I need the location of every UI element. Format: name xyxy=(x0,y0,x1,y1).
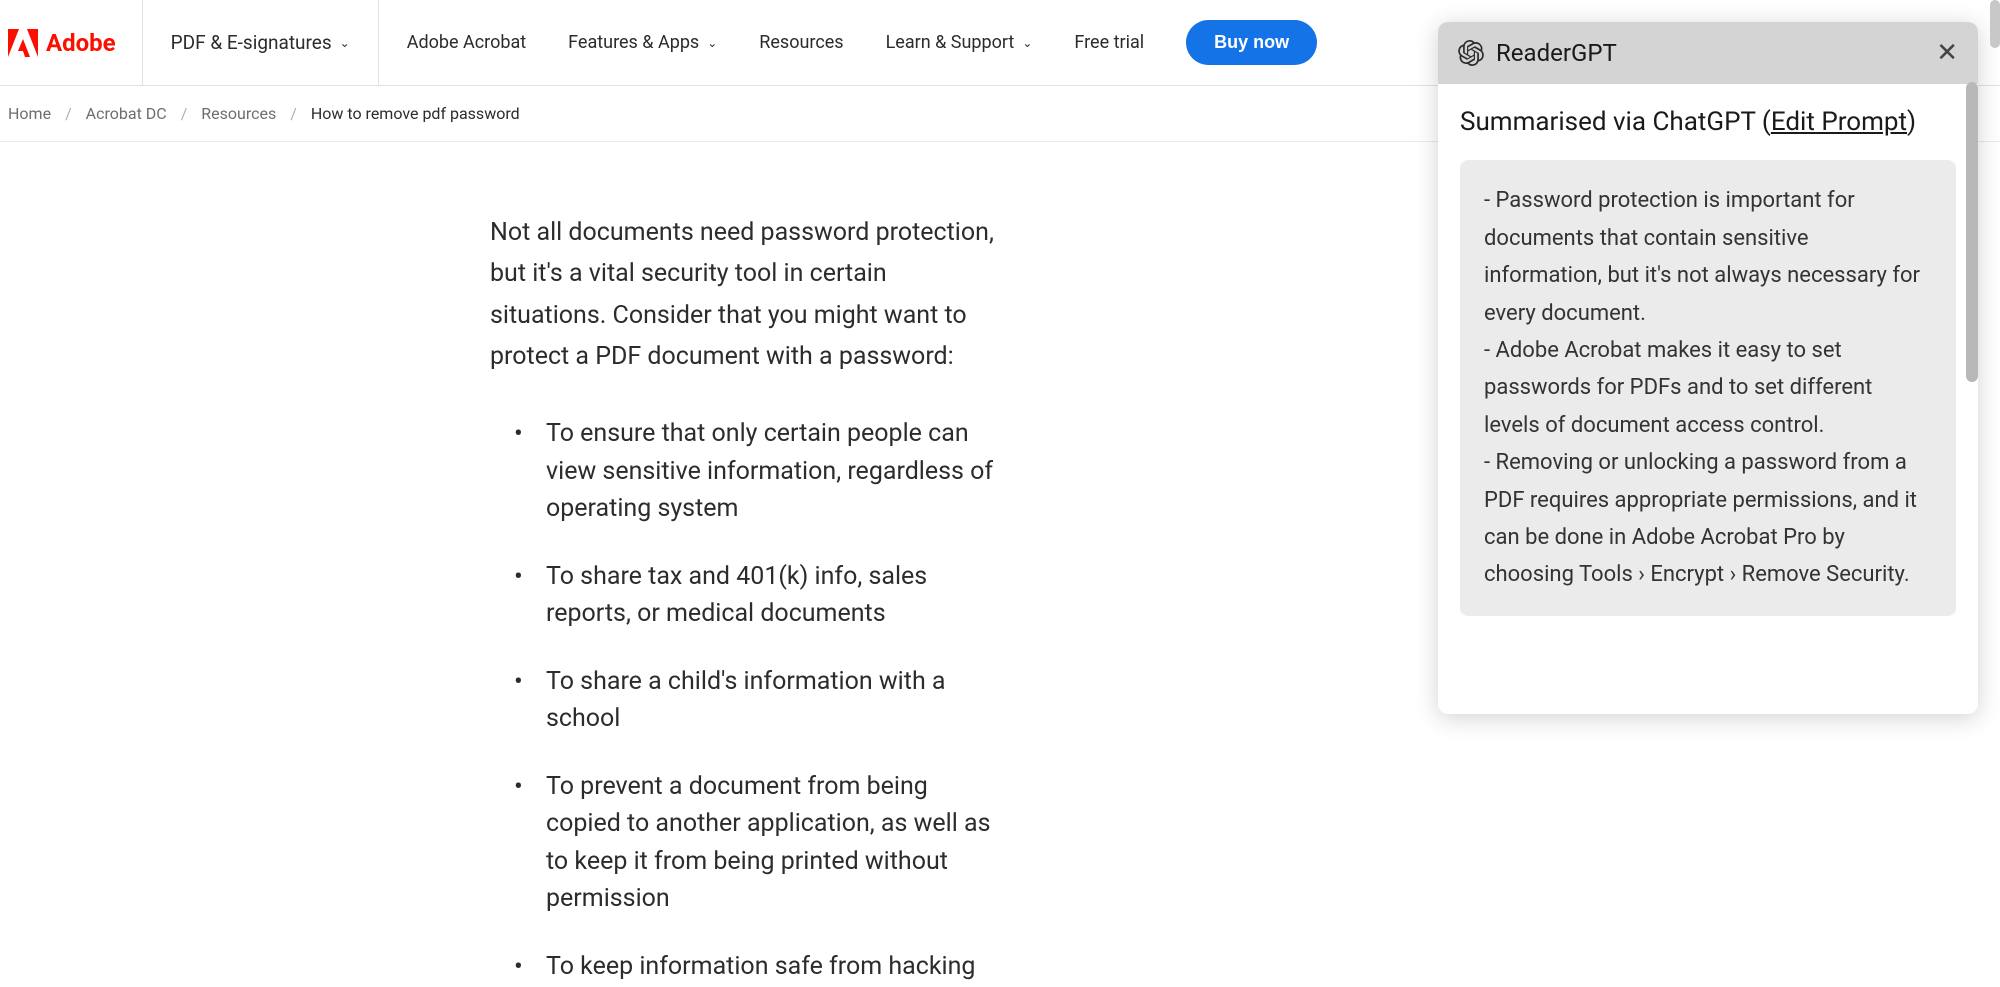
page-scrollbar[interactable] xyxy=(1990,0,2000,48)
nav-learn-support[interactable]: Learn & Support ⌄ xyxy=(886,32,1033,53)
intro-paragraph: Not all documents need password protecti… xyxy=(490,212,1000,377)
breadcrumb-home[interactable]: Home xyxy=(8,104,51,123)
list-item: To share a child's information with a sc… xyxy=(532,663,1000,738)
readergpt-popup: ReaderGPT ✕ Summarised via ChatGPT (Edit… xyxy=(1438,22,1978,714)
breadcrumb-separator: / xyxy=(290,104,297,123)
breadcrumb-resources[interactable]: Resources xyxy=(201,104,276,123)
logo-section: Adobe xyxy=(0,0,142,85)
popup-heading: Summarised via ChatGPT (Edit Prompt) xyxy=(1460,104,1956,140)
nav-features-label: Features & Apps xyxy=(568,32,699,53)
nav-free-trial[interactable]: Free trial xyxy=(1074,32,1144,53)
reasons-list: To ensure that only certain people can v… xyxy=(490,415,1000,985)
list-item: To share tax and 401(k) info, sales repo… xyxy=(532,558,1000,633)
list-item: To prevent a document from being copied … xyxy=(532,768,1000,918)
chevron-down-icon: ⌄ xyxy=(1022,36,1032,50)
adobe-brand-text: Adobe xyxy=(46,29,116,57)
popup-header: ReaderGPT ✕ xyxy=(1438,22,1978,84)
breadcrumb-separator: / xyxy=(181,104,188,123)
nav-features-apps[interactable]: Features & Apps ⌄ xyxy=(568,32,717,53)
popup-body: Summarised via ChatGPT (Edit Prompt) - P… xyxy=(1438,84,1978,636)
summary-box: - Password protection is important for d… xyxy=(1460,160,1956,615)
pdf-dropdown-section[interactable]: PDF & E-signatures ⌄ xyxy=(142,0,379,85)
breadcrumb-separator: / xyxy=(65,104,72,123)
article-content: Not all documents need password protecti… xyxy=(0,142,1000,985)
summary-text: - Password protection is important for d… xyxy=(1484,182,1932,593)
openai-logo-icon xyxy=(1458,40,1484,66)
list-item: To ensure that only certain people can v… xyxy=(532,415,1000,528)
heading-prefix: Summarised via ChatGPT ( xyxy=(1460,107,1771,137)
adobe-logo-icon xyxy=(8,29,38,57)
chevron-down-icon: ⌄ xyxy=(340,36,350,50)
edit-prompt-link[interactable]: Edit Prompt xyxy=(1771,107,1907,137)
nav-adobe-acrobat[interactable]: Adobe Acrobat xyxy=(407,32,526,53)
nav-resources[interactable]: Resources xyxy=(759,32,843,53)
adobe-logo-link[interactable]: Adobe xyxy=(8,29,116,57)
heading-suffix: ) xyxy=(1907,107,1916,137)
buy-now-button[interactable]: Buy now xyxy=(1186,20,1317,65)
list-item: To keep information safe from hacking xyxy=(532,948,1000,986)
close-icon[interactable]: ✕ xyxy=(1936,38,1958,68)
breadcrumb-current: How to remove pdf password xyxy=(311,104,520,123)
pdf-dropdown-label: PDF & E-signatures xyxy=(171,31,332,54)
nav-learn-label: Learn & Support xyxy=(886,32,1015,53)
popup-scrollbar[interactable] xyxy=(1966,82,1978,382)
breadcrumb-acrobat-dc[interactable]: Acrobat DC xyxy=(86,104,167,123)
chevron-down-icon: ⌄ xyxy=(707,36,717,50)
popup-title: ReaderGPT xyxy=(1496,39,1924,67)
